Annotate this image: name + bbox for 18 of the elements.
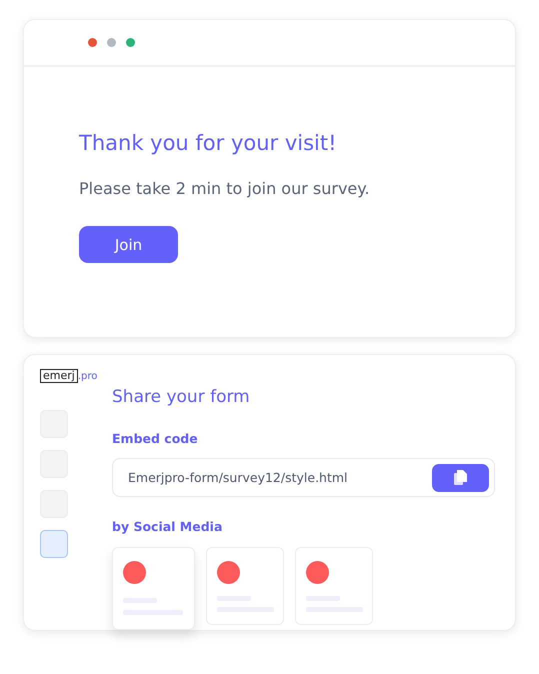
popup-message: Please take 2 min to join our survey. bbox=[79, 179, 371, 198]
social-card[interactable] bbox=[295, 547, 373, 625]
embed-code-field[interactable]: Emerjpro-form/survey12/style.html bbox=[112, 458, 495, 497]
copy-button[interactable] bbox=[432, 464, 489, 492]
social-card[interactable] bbox=[112, 547, 195, 630]
logo-wordmark: emerj bbox=[40, 369, 78, 383]
share-title: Share your form bbox=[112, 387, 251, 407]
logo-suffix: .pro bbox=[78, 370, 98, 382]
copy-icon bbox=[454, 470, 467, 485]
popup-title: Thank you for your visit! bbox=[79, 131, 338, 155]
window-dot[interactable] bbox=[107, 38, 116, 47]
window-dot[interactable] bbox=[88, 38, 97, 47]
sidebar-item[interactable] bbox=[40, 530, 68, 558]
social-label: by Social Media bbox=[112, 519, 224, 534]
embed-label: Embed code bbox=[112, 431, 199, 446]
window-dot[interactable] bbox=[126, 38, 135, 47]
join-button[interactable]: Join bbox=[79, 226, 178, 263]
social-card[interactable] bbox=[206, 547, 284, 625]
